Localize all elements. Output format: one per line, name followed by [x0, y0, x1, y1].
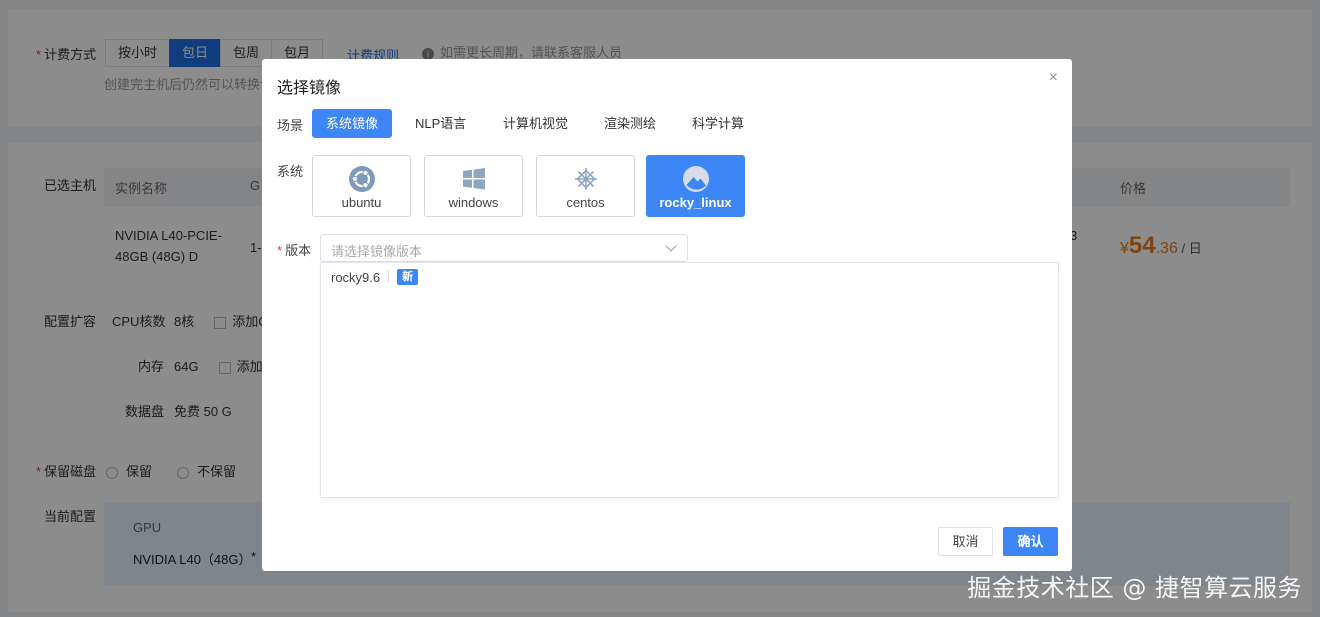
- system-label: 系统: [277, 164, 304, 179]
- version-select[interactable]: 请选择镜像版本: [320, 234, 688, 262]
- windows-icon: [462, 168, 485, 190]
- tab-render-survey[interactable]: 渲染测绘: [590, 109, 670, 138]
- close-icon[interactable]: ×: [1049, 69, 1058, 87]
- centos-icon: [574, 168, 597, 190]
- os-option-centos[interactable]: centos: [536, 155, 635, 217]
- os-option-windows[interactable]: windows: [424, 155, 523, 217]
- new-badge: 新: [397, 269, 419, 285]
- tab-system-image[interactable]: 系统镜像: [312, 109, 393, 138]
- chevron-down-icon: [665, 240, 677, 252]
- tab-scientific-computing[interactable]: 科学计算: [678, 109, 758, 138]
- os-name-centos: centos: [566, 195, 605, 210]
- select-image-modal: 选择镜像 × 场景 系统镜像 NLP语言 计算机视觉 渲染测绘 科学计算 系统 …: [262, 59, 1072, 571]
- ubuntu-icon: [348, 166, 375, 192]
- modal-title: 选择镜像: [277, 80, 342, 97]
- tab-computer-vision[interactable]: 计算机视觉: [489, 109, 582, 138]
- version-placeholder: 请选择镜像版本: [331, 244, 423, 259]
- cancel-button[interactable]: 取消: [938, 527, 993, 556]
- version-option-label: rocky9.6: [331, 269, 381, 285]
- os-option-ubuntu[interactable]: ubuntu: [312, 155, 411, 217]
- confirm-button[interactable]: 确认: [1003, 527, 1058, 556]
- tab-nlp[interactable]: NLP语言: [401, 109, 480, 138]
- os-name-windows: windows: [448, 195, 499, 210]
- version-option[interactable]: rocky9.6 新: [331, 269, 419, 285]
- os-name-rocky-linux: rocky_linux: [659, 195, 732, 210]
- version-option-divider: [388, 271, 390, 283]
- watermark: 掘金技术社区 @ 捷智算云服务: [967, 574, 1302, 602]
- os-name-ubuntu: ubuntu: [341, 195, 382, 210]
- rocky-linux-icon: [682, 166, 709, 192]
- os-option-rocky-linux[interactable]: rocky_linux: [646, 155, 745, 217]
- version-dropdown: rocky9.6 新: [320, 262, 1059, 498]
- scene-label: 场景: [277, 118, 304, 133]
- version-label: 版本: [277, 240, 311, 259]
